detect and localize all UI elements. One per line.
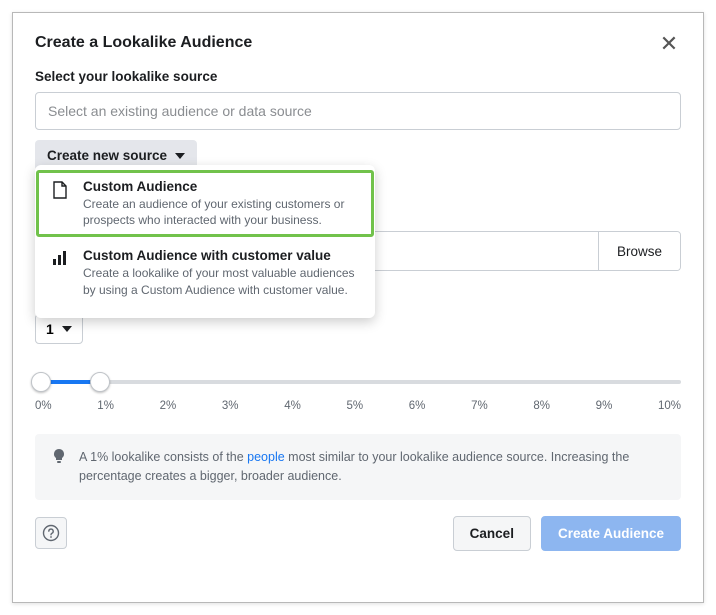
help-button[interactable] [35, 517, 67, 549]
num-audiences-value: 1 [46, 321, 54, 337]
lookalike-dialog: Create a Lookalike Audience ✕ Select you… [12, 12, 704, 603]
menu-item-title: Custom Audience [83, 179, 361, 194]
create-source-dropdown: Custom Audience Create an audience of yo… [35, 165, 375, 318]
source-section-label: Select your lookalike source [35, 69, 681, 84]
tick: 3% [222, 400, 239, 412]
lightbulb-icon [51, 448, 67, 464]
slider-thumb-min[interactable] [31, 372, 51, 392]
caret-down-icon [62, 326, 72, 332]
tip-text: A 1% lookalike consists of the people mo… [79, 448, 665, 486]
tick: 5% [346, 400, 363, 412]
slider-track [35, 380, 681, 384]
menu-item-title: Custom Audience with customer value [83, 248, 361, 263]
dialog-title: Create a Lookalike Audience [35, 34, 252, 52]
menu-item-desc: Create a lookalike of your most valuable… [83, 265, 361, 297]
tip-box: A 1% lookalike consists of the people mo… [35, 434, 681, 500]
tick: 0% [35, 400, 52, 412]
audience-size-slider[interactable]: 0% 1% 2% 3% 4% 5% 6% 7% 8% 9% 10% [35, 370, 681, 420]
slider-thumb-max[interactable] [90, 372, 110, 392]
tick: 6% [409, 400, 426, 412]
cancel-button[interactable]: Cancel [453, 516, 531, 551]
dialog-header: Create a Lookalike Audience ✕ [35, 31, 681, 55]
help-icon [42, 524, 60, 542]
tick: 4% [284, 400, 301, 412]
menu-item-desc: Create an audience of your existing cust… [83, 196, 361, 228]
browse-button[interactable]: Browse [598, 232, 680, 270]
dialog-footer: Cancel Create Audience [35, 516, 681, 551]
create-new-source-label: Create new source [47, 148, 167, 163]
tick: 1% [97, 400, 114, 412]
num-audiences-select[interactable]: 1 [35, 314, 83, 344]
tick: 2% [160, 400, 177, 412]
caret-down-icon [175, 153, 185, 159]
browse-label: Browse [617, 244, 662, 259]
create-audience-button[interactable]: Create Audience [541, 516, 681, 551]
slider-ticks: 0% 1% 2% 3% 4% 5% 6% 7% 8% 9% 10% [35, 400, 681, 412]
document-icon [49, 179, 71, 228]
menu-item-custom-audience-value[interactable]: Custom Audience with customer value Crea… [35, 238, 375, 307]
tick: 7% [471, 400, 488, 412]
source-placeholder: Select an existing audience or data sour… [48, 103, 312, 119]
close-button[interactable]: ✕ [657, 31, 681, 55]
tip-people-link[interactable]: people [247, 450, 285, 464]
tick: 8% [533, 400, 550, 412]
menu-item-custom-audience[interactable]: Custom Audience Create an audience of yo… [35, 169, 375, 238]
source-select-input[interactable]: Select an existing audience or data sour… [35, 92, 681, 130]
tick: 10% [658, 400, 681, 412]
tick: 9% [596, 400, 613, 412]
bar-chart-icon [49, 248, 71, 297]
close-icon: ✕ [660, 31, 678, 56]
